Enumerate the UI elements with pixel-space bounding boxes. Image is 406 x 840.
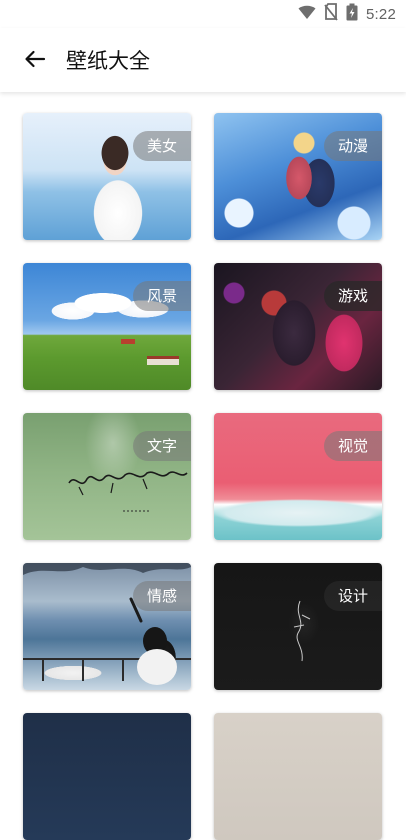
status-bar: 5:22 xyxy=(0,0,406,28)
page-title: 壁纸大全 xyxy=(66,49,150,73)
category-grid: 美女 动漫 风景 游戏 文字 视觉 情感 设计 xyxy=(23,113,384,840)
category-card-visual[interactable]: 视觉 xyxy=(214,413,382,540)
category-card-text[interactable]: 文字 xyxy=(23,413,191,540)
arrow-left-icon xyxy=(24,50,46,72)
battery-charging-icon xyxy=(346,3,358,25)
category-card-beauty[interactable]: 美女 xyxy=(23,113,191,240)
category-label: 设计 xyxy=(323,581,382,611)
category-card-scenery[interactable]: 风景 xyxy=(23,263,191,390)
category-card-emotion[interactable]: 情感 xyxy=(23,563,191,690)
category-card-design[interactable]: 设计 xyxy=(214,563,382,690)
category-card-next-right[interactable] xyxy=(214,713,382,840)
category-label: 视觉 xyxy=(323,431,382,461)
status-time: 5:22 xyxy=(366,5,396,23)
no-sim-icon xyxy=(324,3,338,25)
category-label: 美女 xyxy=(132,131,191,161)
status-icons: 5:22 xyxy=(298,3,396,25)
app-bar: 壁纸大全 xyxy=(0,28,406,92)
back-button[interactable] xyxy=(20,46,50,76)
wifi-icon xyxy=(298,4,316,24)
category-card-game[interactable]: 游戏 xyxy=(214,263,382,390)
wallpaper-thumbnail xyxy=(23,713,191,840)
category-card-next-left[interactable] xyxy=(23,713,191,840)
category-label: 游戏 xyxy=(323,281,382,311)
category-label: 文字 xyxy=(132,431,191,461)
wallpaper-thumbnail xyxy=(214,713,382,840)
category-label: 风景 xyxy=(132,281,191,311)
category-card-anime[interactable]: 动漫 xyxy=(214,113,382,240)
category-label: 动漫 xyxy=(323,131,382,161)
category-label: 情感 xyxy=(132,581,191,611)
